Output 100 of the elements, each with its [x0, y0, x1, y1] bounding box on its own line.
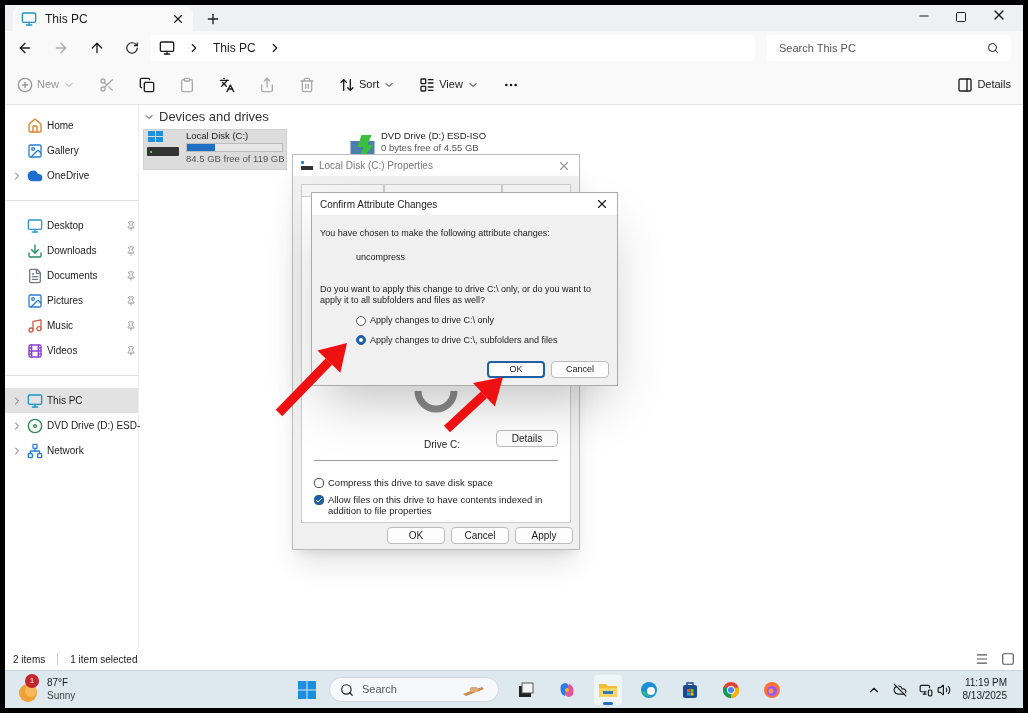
sidebar-label: Home	[47, 119, 75, 133]
sidebar-label: Music	[47, 319, 75, 333]
view-button[interactable]: View	[419, 76, 479, 93]
sidebar-item[interactable]: Videos	[5, 338, 138, 363]
details-button[interactable]: Details	[957, 76, 1011, 93]
radio-button[interactable]	[356, 315, 366, 326]
firefox-icon[interactable]	[763, 680, 781, 699]
sidebar-item[interactable]: Gallery	[5, 138, 138, 163]
section-header[interactable]: Devices and drives	[143, 107, 1023, 127]
clock-time: 11:19 PM	[964, 677, 1007, 690]
sidebar-item[interactable]: Downloads	[5, 238, 138, 263]
tiles-view-icon[interactable]	[1001, 652, 1015, 666]
sidebar-item[interactable]: This PC	[5, 388, 138, 413]
pin-icon	[126, 345, 136, 356]
home-icon	[27, 117, 43, 134]
sidebar-label: Desktop	[47, 219, 85, 233]
checkbox[interactable]	[314, 477, 324, 488]
checkbox[interactable]	[314, 494, 324, 505]
video-icon	[27, 342, 43, 359]
sidebar-label: OneDrive	[47, 169, 91, 183]
details-button[interactable]: Details	[496, 429, 558, 447]
volume-icon[interactable]	[936, 682, 951, 697]
radio-button[interactable]	[356, 335, 366, 346]
drive-tile[interactable]: Local Disk (C:) 84.5 GB free of 119 GB	[143, 128, 287, 170]
search-icon	[987, 42, 999, 54]
radio-label: Apply changes to drive C:\, subfolders and files	[370, 333, 558, 347]
up-icon[interactable]	[89, 40, 105, 56]
checkbox-label: Allow files on this drive to have contents indexed in addition to file properties	[328, 493, 544, 516]
cloud-off-icon[interactable]	[892, 682, 907, 697]
check-icon	[315, 495, 323, 504]
search-placeholder: Search	[362, 682, 398, 698]
task-view-icon[interactable]	[518, 681, 534, 698]
restore-icon[interactable]	[955, 11, 967, 23]
arrow-drawing	[443, 377, 503, 433]
music-icon	[27, 317, 43, 334]
disc-icon	[27, 417, 43, 434]
tab-title: This PC	[45, 11, 89, 28]
search-icon	[340, 682, 354, 697]
dialog-button[interactable]: OK	[487, 361, 545, 378]
network-icon[interactable]	[918, 682, 933, 697]
start-icon[interactable]	[298, 680, 316, 699]
dialog-button[interactable]: Apply	[515, 527, 573, 545]
gallery-icon	[27, 142, 43, 159]
taskbar-search-field[interactable]: Search	[329, 677, 499, 702]
sidebar-label: Gallery	[47, 144, 80, 158]
sidebar-label: DVD Drive (D:) ESD-	[47, 419, 141, 433]
clock-date: 8/13/2025	[962, 689, 1007, 702]
pin-icon	[126, 320, 136, 331]
dialog-button[interactable]: Cancel	[451, 527, 509, 545]
sidebar-item[interactable]: Music	[5, 313, 138, 338]
sidebar-label: Network	[47, 444, 85, 458]
view-icon	[419, 76, 436, 93]
sidebar-item[interactable]: Desktop	[5, 213, 138, 238]
pin-icon	[126, 245, 136, 256]
new-tab-icon[interactable]	[205, 11, 221, 27]
document-icon	[27, 267, 43, 284]
weather-condition: Sunny	[47, 689, 76, 702]
clock[interactable]: 11:19 PM 8/13/2025	[962, 677, 1011, 702]
dialog-button[interactable]: Cancel	[551, 361, 609, 378]
network-icon	[27, 442, 43, 459]
edge-icon[interactable]	[640, 680, 658, 699]
breadcrumb[interactable]: This PC	[213, 39, 256, 57]
dialog-message: You have chosen to make the following attribute changes:	[320, 227, 551, 240]
item-count: 2 items	[13, 652, 46, 667]
dialog-question: Do you want to apply this change to drive C:\ only, or do you want to apply it to all subfolders and files as well?	[320, 284, 592, 306]
selection-count: 1 item selected	[70, 652, 138, 667]
sidebar-label: Downloads	[47, 244, 98, 258]
window-tab[interactable]: This PC	[13, 7, 193, 31]
sidebar-label: Documents	[47, 269, 99, 283]
sidebar-label: Pictures	[47, 294, 85, 308]
sort-button[interactable]: Sort	[339, 76, 396, 93]
list-view-icon[interactable]	[975, 652, 989, 666]
sidebar-item[interactable]: OneDrive	[5, 163, 138, 188]
rename-icon[interactable]	[219, 76, 235, 93]
drive-name: Local Disk (C:)	[186, 129, 250, 142]
sidebar-item[interactable]: Pictures	[5, 288, 138, 313]
sidebar-label: Videos	[47, 344, 79, 358]
download-icon	[27, 242, 43, 259]
refresh-icon[interactable]	[125, 41, 139, 55]
dialog-button[interactable]: OK	[387, 527, 445, 545]
sidebar-item[interactable]: Documents	[5, 263, 138, 288]
active-indicator	[603, 701, 613, 705]
checkbox-label: Compress this drive to save disk space	[328, 476, 493, 488]
search-placeholder: Search This PC	[779, 40, 857, 56]
copilot-icon[interactable]	[558, 680, 576, 699]
sidebar-item[interactable]: Home	[5, 113, 138, 138]
sidebar-item[interactable]: Network	[5, 438, 138, 463]
search-field[interactable]: Search This PC	[767, 35, 1011, 61]
temperature: 87°F	[47, 677, 70, 690]
sidebar-item[interactable]: DVD Drive (D:) ESD-	[5, 413, 138, 438]
pin-icon	[126, 270, 136, 281]
copy-icon[interactable]	[139, 76, 155, 93]
store-icon[interactable]	[681, 680, 699, 699]
close-icon[interactable]	[171, 12, 185, 26]
close-icon[interactable]	[595, 197, 609, 211]
notification-badge: 1	[25, 673, 39, 688]
address-bar[interactable]: This PC	[151, 35, 755, 61]
drive-free-space: 84.5 GB free of 119 GB	[186, 152, 285, 165]
back-icon[interactable]	[17, 40, 33, 56]
chrome-icon[interactable]	[722, 680, 740, 699]
